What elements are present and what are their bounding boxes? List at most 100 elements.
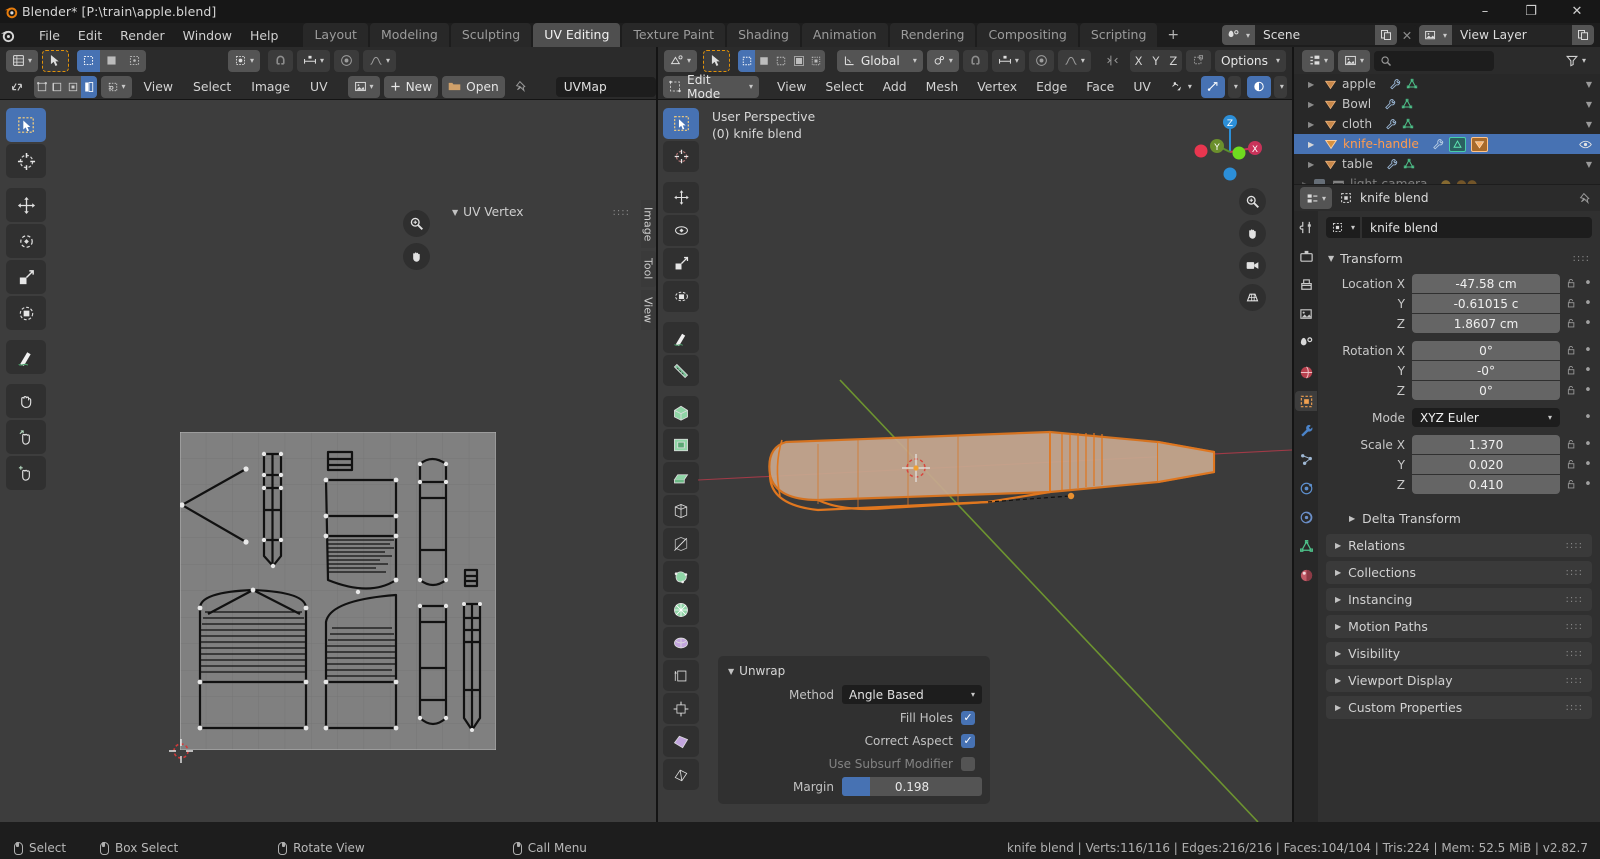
location-y-lock-icon[interactable] xyxy=(1560,298,1582,309)
menu-window[interactable]: Window xyxy=(174,25,241,46)
workspace-tab-shading[interactable]: Shading xyxy=(727,23,800,47)
scene-unlink-button[interactable]: ✕ xyxy=(1397,28,1417,43)
interaction-mode-dropdown[interactable]: Edit Mode ▾ xyxy=(663,73,759,101)
outliner-tree[interactable]: ▶ apple ▼ ▶ Bowl ▼ ▶ cloth ▼ ▶ knife-han… xyxy=(1294,74,1600,184)
unwrap-use-subsurf-checkbox[interactable] xyxy=(961,756,975,771)
mesh-triangle-icon[interactable] xyxy=(1403,158,1415,170)
outliner-row-bowl[interactable]: ▶ Bowl ▼ xyxy=(1294,94,1600,114)
tab-constraints[interactable] xyxy=(1295,507,1317,527)
uv-tab-tool[interactable]: Tool xyxy=(640,251,656,287)
uv-editor-canvas[interactable]: ▼ UV Vertex :::: Image Tool View xyxy=(0,100,656,822)
outliner-row-table[interactable]: ▶ table ▼ xyxy=(1294,154,1600,174)
modifier-wrench-icon[interactable] xyxy=(1432,138,1444,150)
unwrap-fill-holes-checkbox[interactable]: ✓ xyxy=(961,710,975,725)
modifier-wrench-icon[interactable] xyxy=(1384,98,1396,110)
outliner-row-chevron-icon[interactable]: ▼ xyxy=(1586,120,1600,129)
menu-help[interactable]: Help xyxy=(241,25,288,46)
tab-object[interactable] xyxy=(1295,391,1317,411)
location-z-animate-dot[interactable]: • xyxy=(1582,316,1594,331)
uv-image-browse-icon[interactable]: ▾ xyxy=(347,75,380,98)
vp-menu-select[interactable]: Select xyxy=(817,77,871,96)
collections-expand-icon[interactable]: ▶ xyxy=(1335,568,1341,577)
snap-target-dropdown[interactable]: ▾ xyxy=(991,49,1025,72)
overlays-dropdown[interactable]: ▾ xyxy=(1227,75,1241,98)
uv-select-mode-group-2[interactable] xyxy=(34,75,97,98)
modifier-wrench-icon[interactable] xyxy=(1389,78,1401,90)
scale-z-field[interactable]: 0.410 xyxy=(1412,475,1560,494)
rotation-x-field[interactable]: 0° xyxy=(1412,341,1560,360)
relations-panel[interactable]: ▶ Relations :::: xyxy=(1326,534,1592,557)
scale-y-lock-icon[interactable] xyxy=(1560,459,1582,470)
uv-pivot-point-button[interactable]: ▾ xyxy=(227,49,260,72)
unwrap-correct-aspect-checkbox[interactable]: ✓ xyxy=(961,733,975,748)
tab-object-data[interactable] xyxy=(1295,536,1317,556)
properties-pin-icon[interactable] xyxy=(1579,192,1600,205)
tab-render[interactable] xyxy=(1295,246,1317,266)
scene-new-copy-button[interactable] xyxy=(1374,25,1397,45)
tool-scale-icon[interactable] xyxy=(6,260,46,294)
blender-menu-icon[interactable] xyxy=(0,28,30,43)
add-workspace-button[interactable]: + xyxy=(1159,27,1187,43)
mesh-triangle-icon[interactable] xyxy=(1406,78,1418,90)
scale-x-animate-dot[interactable]: • xyxy=(1582,437,1594,452)
uv-new-image-button[interactable]: New xyxy=(383,75,439,98)
location-y-field[interactable]: -0.61015 c xyxy=(1412,294,1560,313)
uv-sticky-selection-button[interactable]: ▾ xyxy=(100,75,132,98)
tab-world[interactable] xyxy=(1295,362,1317,382)
menu-file[interactable]: File xyxy=(30,25,69,46)
properties-panel-body[interactable]: ▾ knife blend ▼ Transform :::: Location … xyxy=(1318,211,1600,822)
tool-cursor-icon[interactable] xyxy=(6,144,46,178)
viewport-display-panel[interactable]: ▶ Viewport Display :::: xyxy=(1326,669,1592,692)
tool-pinch-uv-icon[interactable] xyxy=(6,456,46,490)
visibility-expand-icon[interactable]: ▶ xyxy=(1335,649,1341,658)
scale-y-animate-dot[interactable]: • xyxy=(1582,457,1594,472)
uv-editor-type-button[interactable]: ▾ xyxy=(6,49,39,72)
outliner-search-input[interactable] xyxy=(1374,50,1495,71)
tab-scene[interactable] xyxy=(1295,333,1317,353)
custom-properties-expand-icon[interactable]: ▶ xyxy=(1335,703,1341,712)
location-x-animate-dot[interactable]: • xyxy=(1582,276,1594,291)
location-z-lock-icon[interactable] xyxy=(1560,318,1582,329)
tool-grab-uv-icon[interactable] xyxy=(6,384,46,418)
shading-dropdown[interactable]: ▾ xyxy=(1273,75,1287,98)
tool-move-icon[interactable] xyxy=(6,188,46,222)
uv-menu-uv[interactable]: UV xyxy=(302,77,336,96)
proportional-edit-icon[interactable] xyxy=(1028,49,1054,72)
outliner-row-apple[interactable]: ▶ apple ▼ xyxy=(1294,74,1600,94)
unwrap-collapse-icon[interactable]: ▼ xyxy=(728,667,734,676)
mirror-axis-x[interactable]: X xyxy=(1130,50,1147,72)
xray-toggle-icon[interactable] xyxy=(1246,75,1271,98)
view-layer-name[interactable]: View Layer xyxy=(1452,25,1572,45)
rotation-z-field[interactable]: 0° xyxy=(1412,381,1560,400)
expand-triangle-icon[interactable]: ▶ xyxy=(1308,80,1314,89)
uv-menu-select[interactable]: Select xyxy=(185,77,239,96)
vp-select-subtract-icon[interactable] xyxy=(773,50,790,72)
workspace-tab-compositing[interactable]: Compositing xyxy=(977,23,1078,47)
object-datablock-row[interactable]: ▾ knife blend xyxy=(1326,217,1592,238)
vp-menu-edge[interactable]: Edge xyxy=(1028,77,1075,96)
expand-triangle-icon[interactable]: ▶ xyxy=(1308,100,1314,109)
location-y-animate-dot[interactable]: • xyxy=(1582,296,1594,311)
delta-transform-panel[interactable]: ▶ Delta Transform xyxy=(1340,507,1592,530)
tool-tweak-icon[interactable] xyxy=(6,108,46,142)
viewport-display-expand-icon[interactable]: ▶ xyxy=(1335,676,1341,685)
uv-tab-view[interactable]: View xyxy=(640,289,656,330)
tab-physics[interactable] xyxy=(1295,478,1317,498)
outliner-row-cloth[interactable]: ▶ cloth ▼ xyxy=(1294,114,1600,134)
panel-drag-dots[interactable]: :::: xyxy=(1566,675,1583,686)
transform-orientation-dropdown[interactable]: Global ▾ xyxy=(836,49,923,72)
uv-proportional-falloff-button[interactable]: ▾ xyxy=(362,49,396,72)
viewport-options-dropdown[interactable]: Options ▾ xyxy=(1214,49,1286,72)
outliner-filter-icon[interactable]: ▾ xyxy=(1559,50,1592,72)
object-active-badge[interactable] xyxy=(1470,136,1488,152)
viewport-tweak-mode-button[interactable] xyxy=(703,49,731,72)
uv-menu-view[interactable]: View xyxy=(136,77,181,96)
uv-map-islands[interactable] xyxy=(180,432,496,750)
scene-datablock[interactable]: ▾ Scene ✕ xyxy=(1221,25,1417,45)
uv-select-mode-group[interactable] xyxy=(77,49,147,72)
rotation-mode-animate-dot[interactable]: • xyxy=(1582,410,1594,425)
rotation-y-field[interactable]: -0° xyxy=(1412,361,1560,380)
transform-collapse-icon[interactable]: ▼ xyxy=(1328,254,1334,263)
rotation-mode-dropdown[interactable]: XYZ Euler ▾ xyxy=(1412,408,1560,427)
object-browse-icon[interactable]: ▾ xyxy=(1326,217,1361,238)
